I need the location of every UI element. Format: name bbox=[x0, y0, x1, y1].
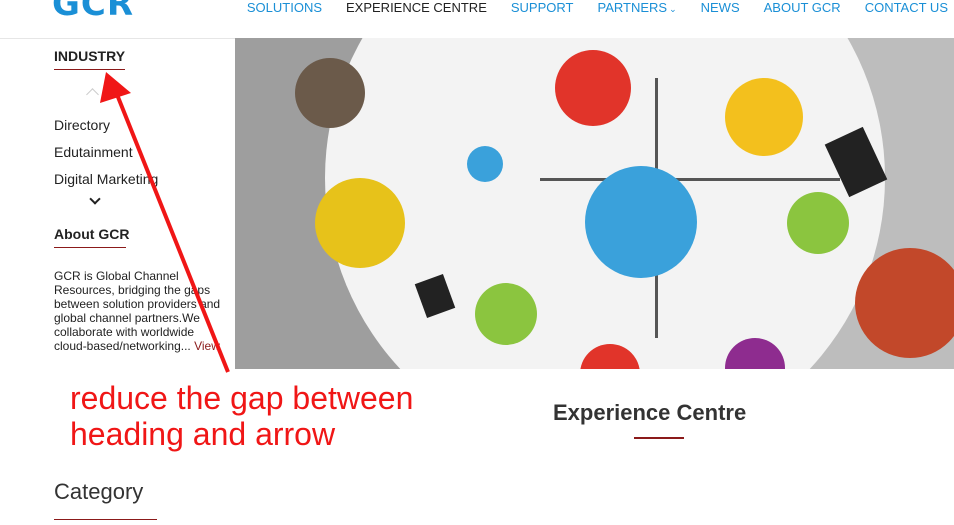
annotation-text: reduce the gap between heading and arrow bbox=[70, 380, 413, 452]
category-title: Category bbox=[54, 479, 144, 504]
annotation-line-1: reduce the gap between bbox=[70, 380, 414, 416]
annotation-line-2: heading and arrow bbox=[70, 416, 336, 452]
title-underline bbox=[54, 519, 157, 520]
experience-centre-title: Experience Centre bbox=[553, 400, 747, 425]
title-underline bbox=[634, 437, 684, 439]
